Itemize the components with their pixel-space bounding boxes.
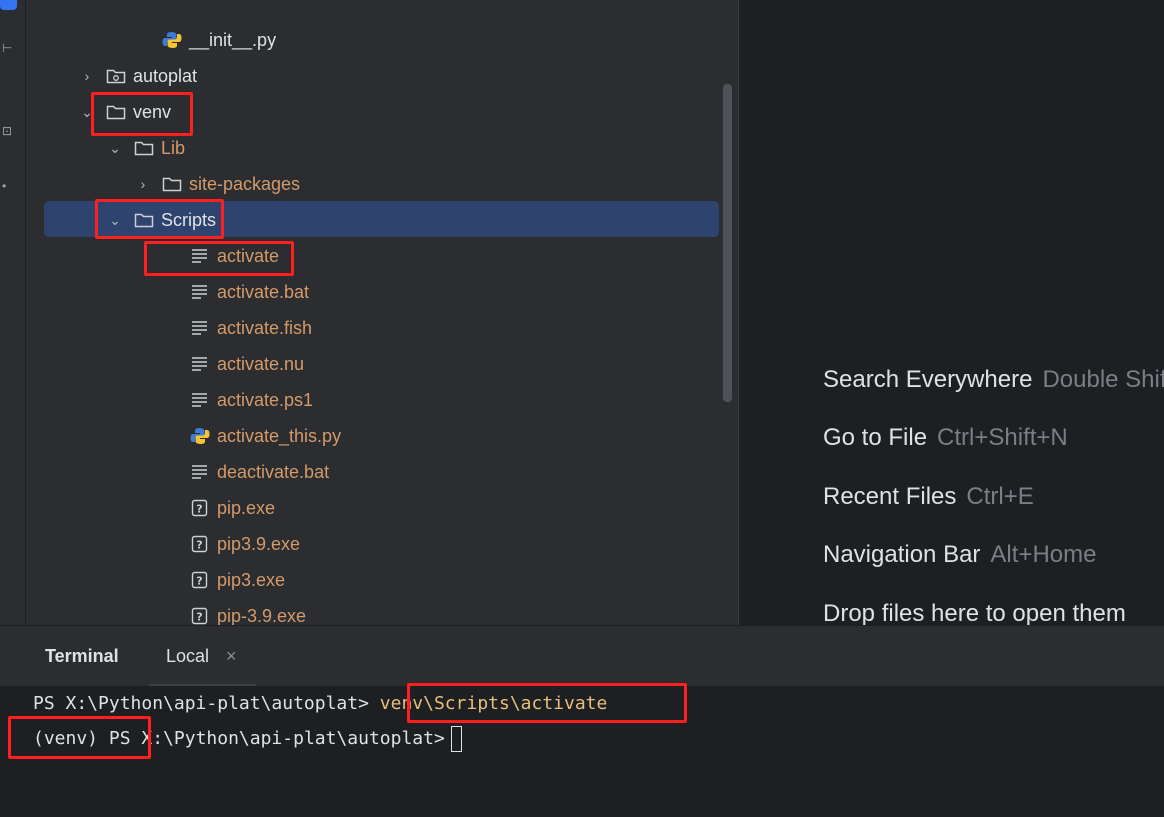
text-file-icon [190,283,210,301]
tree-item-label: activate_this.py [217,426,342,446]
hint-text: Go to File [823,424,928,451]
tree-item-scripts[interactable]: ⌄ Scripts [26,202,737,238]
terminal-title: Terminal [45,646,119,666]
tree-item-label: __init__.py [189,30,277,50]
unknown-file-icon: ? [190,499,210,517]
folder-icon [134,211,154,229]
terminal-output[interactable]: PS X:\Python\api-plat\autoplat> venv\Scr… [0,686,1164,817]
hint-go-to-file: Go to File Ctrl+Shift+N [823,424,1068,452]
tree-item-pip-exe[interactable]: ? pip.exe [26,490,737,526]
venv-indicator: (venv) PS [33,728,131,749]
chevron-right-icon[interactable]: › [80,58,94,94]
tree-item-site-packages[interactable]: › site-packages [26,166,737,202]
python-file-icon [162,31,182,49]
chevron-right-icon[interactable]: › [136,166,150,202]
svg-text:?: ? [196,503,202,516]
unknown-file-icon: ? [190,535,210,553]
tree-item-label: pip3.exe [217,570,286,590]
hint-text: Search Everywhere [823,366,1033,393]
chevron-down-icon[interactable]: ⌄ [108,202,122,238]
hint-navigation-bar: Navigation Bar Alt+Home [823,541,1096,569]
unknown-file-icon: ? [190,607,210,625]
hint-shortcut: Ctrl+Shift+N [937,424,1068,451]
tree-item-pip3-exe[interactable]: ? pip3.exe [26,562,737,598]
bookmarks-icon[interactable]: ⊡ [2,125,12,137]
tree-item-label: venv [133,102,172,122]
hint-recent-files: Recent Files Ctrl+E [823,483,1034,511]
tree-item-pip-3-9-exe[interactable]: ? pip-3.9.exe [26,598,737,625]
terminal-header: Terminal Local × [0,625,1164,687]
tree-item-activate-this-py[interactable]: activate_this.py [26,418,737,454]
text-cursor [450,726,462,752]
tree-item-lib[interactable]: ⌄ Lib [26,130,737,166]
hint-shortcut: Alt+Home [990,541,1097,568]
prompt-path: X:\Python\api-plat\autoplat> [130,728,445,749]
terminal-line-2: (venv) PS X:\Python\api-plat\autoplat> [33,726,462,752]
project-tree-panel: __init__.py › autoplat ⌄ venv ⌄ Lib › site-packa… [26,0,737,625]
tree-item-label: activate [217,246,280,266]
tree-item-label: autoplat [133,66,198,86]
tree-item-pip3-9-exe[interactable]: ? pip3.9.exe [26,526,737,562]
tree-item-activate-bat[interactable]: activate.bat [26,274,737,310]
text-file-icon [190,247,210,265]
tree-item-autoplat[interactable]: › autoplat [26,58,737,94]
tree-item-label: activate.fish [217,318,313,338]
tree-item-label: activate.nu [217,354,305,374]
text-file-icon [190,319,210,337]
tree-item-label: Lib [161,138,186,158]
structure-icon[interactable]: ⊢ [2,42,12,54]
terminal-line-1: PS X:\Python\api-plat\autoplat> venv\Scr… [33,693,607,714]
hint-text: Recent Files [823,483,957,510]
more-tools-icon[interactable]: • [2,180,6,192]
svg-text:?: ? [196,575,202,588]
tree-item-activate-nu[interactable]: activate.nu [26,346,737,382]
hint-shortcut: Double Shift [1042,366,1164,393]
hint-shortcut: Ctrl+E [966,483,1034,510]
text-file-icon [190,391,210,409]
hint-text: Navigation Bar [823,541,981,568]
left-tool-strip: ⊢ ⊡ • [0,0,26,625]
hint-drop-files: Drop files here to open them [823,600,1126,625]
tree-item-label: activate.bat [217,282,310,302]
tree-item-label: pip3.9.exe [217,534,301,554]
hint-search-everywhere: Search Everywhere Double Shift [823,366,1164,394]
tree-item-label: pip-3.9.exe [217,606,307,625]
svg-text:?: ? [196,539,202,552]
tree-item-activate-fish[interactable]: activate.fish [26,310,737,346]
python-file-icon [190,427,210,445]
tree-item-label: deactivate.bat [217,462,330,482]
unknown-file-icon: ? [190,571,210,589]
hint-text: Drop files here to open them [823,600,1126,625]
close-tab-icon[interactable]: × [226,646,237,667]
active-tool-tab[interactable] [0,0,17,10]
folder-icon [162,175,182,193]
tree-item-activate-ps1[interactable]: activate.ps1 [26,382,737,418]
prompt-text: PS X:\Python\api-plat\autoplat> [33,693,380,714]
text-file-icon [190,463,210,481]
folder-icon [106,103,126,121]
svg-text:?: ? [196,611,202,624]
tree-item-deactivate-bat[interactable]: deactivate.bat [26,454,737,490]
tree-item-label: pip.exe [217,498,276,518]
folder-icon [134,139,154,157]
text-file-icon [190,355,210,373]
tree-item-label: activate.ps1 [217,390,314,410]
chevron-down-icon[interactable]: ⌄ [80,94,94,130]
tree-item-label: Scripts [161,210,217,230]
tree-item-label: site-packages [189,174,301,194]
tree-item--init-py[interactable]: __init__.py [26,22,737,58]
tree-item-venv[interactable]: ⌄ venv [26,94,737,130]
module-folder-icon [106,67,126,85]
tree-item-activate[interactable]: activate [26,238,737,274]
tab-local[interactable]: Local [166,646,209,667]
command-text: venv\Scripts\activate [379,693,608,714]
project-tree-scrollbar[interactable] [723,84,732,402]
editor-empty-state: Search Everywhere Double Shift Go to File… [738,0,1164,625]
chevron-down-icon[interactable]: ⌄ [108,130,122,166]
